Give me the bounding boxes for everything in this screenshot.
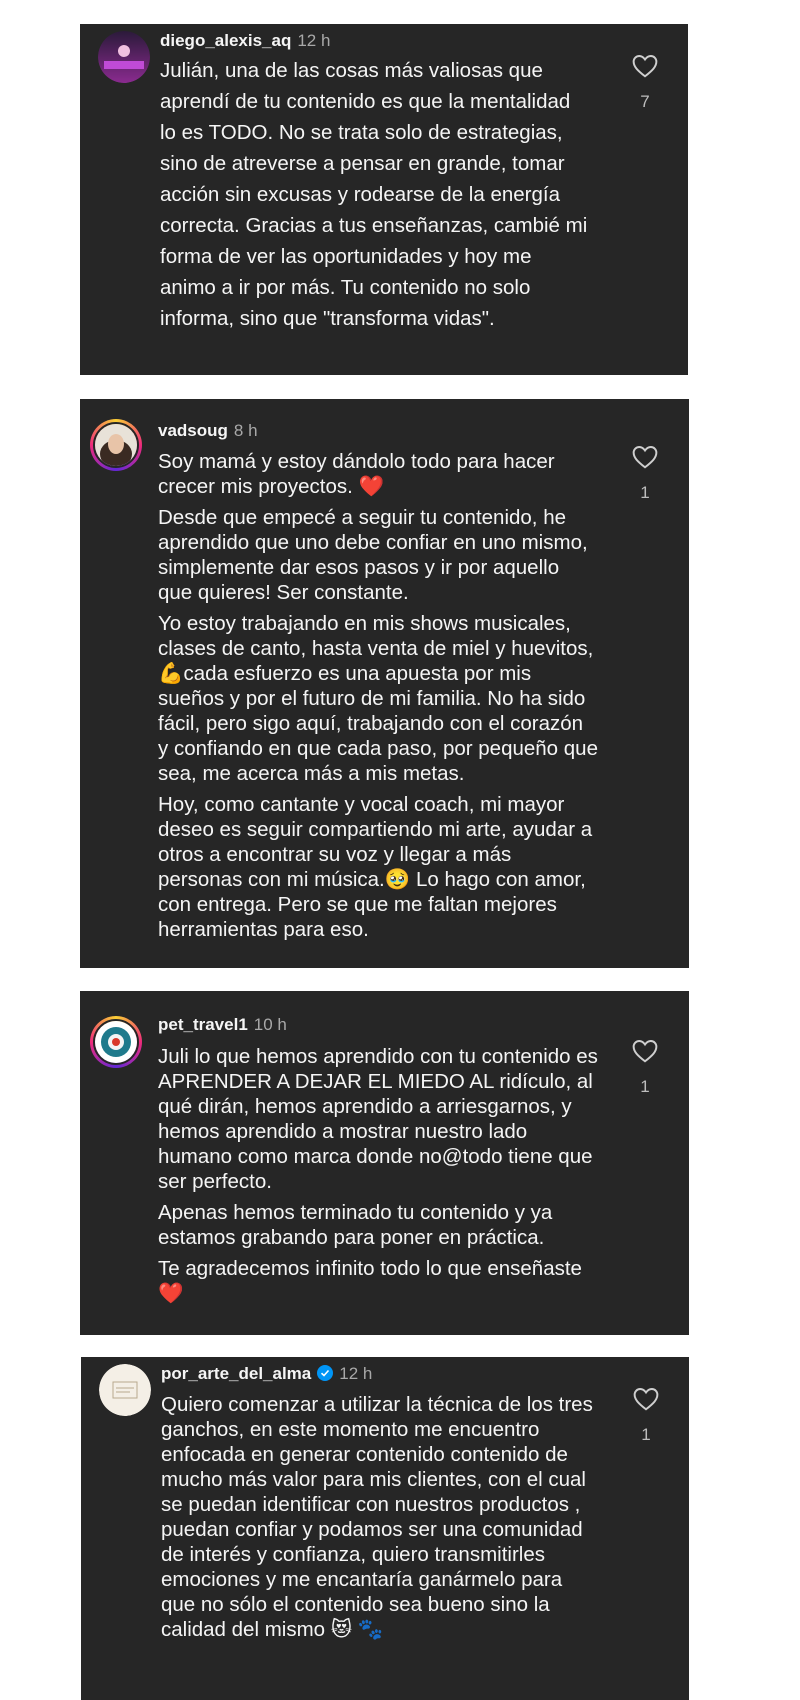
comment-time: 8 h bbox=[233, 421, 258, 440]
avatar-image bbox=[95, 424, 137, 466]
comment-paragraph: Soy mamá y estoy dándolo todo para hacer… bbox=[158, 450, 555, 498]
comment-text: Quiero comenzar a utilizar la técnica de… bbox=[161, 1392, 601, 1648]
comment-header: pet_travel1 10 h bbox=[158, 1015, 287, 1035]
comment-header: por_arte_del_alma 12 h bbox=[161, 1364, 372, 1384]
comment-paragraph: Hoy, como cantante y vocal coach, mi may… bbox=[158, 793, 593, 941]
avatar-image bbox=[99, 1364, 151, 1416]
comment-time: 12 h bbox=[339, 1364, 373, 1383]
heart-icon[interactable] bbox=[632, 445, 658, 469]
comment-paragraph: Desde que empecé a seguir tu contenido, … bbox=[158, 506, 588, 604]
comment-time: 10 h bbox=[253, 1015, 287, 1034]
comment-card: vadsoug 8 h Soy mamá y estoy dándolo todo… bbox=[80, 399, 689, 968]
heart-icon[interactable] bbox=[633, 1387, 659, 1411]
comment-paragraph: Apenas hemos terminado tu contenido y ya… bbox=[158, 1201, 553, 1249]
comment-text: Julián, una de las cosas más valiosas qu… bbox=[160, 55, 590, 340]
comment-header: diego_alexis_aq 12 h bbox=[160, 31, 330, 51]
username-link[interactable]: pet_travel1 bbox=[158, 1015, 248, 1034]
comment-header: vadsoug 8 h bbox=[158, 421, 258, 441]
comment-paragraph: Quiero comenzar a utilizar la técnica de… bbox=[161, 1393, 593, 1641]
like-count: 7 bbox=[640, 92, 650, 111]
avatar[interactable] bbox=[98, 31, 150, 83]
comment-card: pet_travel1 10 h Juli lo que hemos aprend… bbox=[80, 991, 689, 1335]
avatar[interactable] bbox=[99, 1364, 151, 1416]
comment-paragraph: Yo estoy trabajando en mis shows musical… bbox=[158, 612, 598, 785]
heart-icon[interactable] bbox=[632, 1039, 658, 1063]
avatar[interactable] bbox=[90, 419, 142, 471]
like-count: 1 bbox=[640, 1077, 650, 1096]
avatar[interactable] bbox=[90, 1016, 142, 1068]
comment-time: 12 h bbox=[297, 31, 331, 50]
avatar-image bbox=[98, 31, 150, 83]
comment-text: Juli lo que hemos aprendido con tu conte… bbox=[158, 1044, 598, 1312]
username-link[interactable]: vadsoug bbox=[158, 421, 228, 440]
like-count: 1 bbox=[641, 1425, 651, 1444]
username-link[interactable]: por_arte_del_alma bbox=[161, 1364, 311, 1383]
comment-paragraph: Te agradecemos infinito todo lo que ense… bbox=[158, 1257, 582, 1305]
comment-card: diego_alexis_aq 12 h Julián, una de las c… bbox=[80, 24, 688, 375]
verified-badge-icon bbox=[317, 1365, 334, 1381]
avatar-image bbox=[95, 1021, 137, 1063]
heart-icon[interactable] bbox=[632, 54, 658, 78]
username-link[interactable]: diego_alexis_aq bbox=[160, 31, 291, 50]
like-count: 1 bbox=[640, 483, 650, 502]
comment-paragraph: Julián, una de las cosas más valiosas qu… bbox=[160, 59, 588, 330]
comment-text: Soy mamá y estoy dándolo todo para hacer… bbox=[158, 449, 598, 948]
comment-card: por_arte_del_alma 12 h Quiero comenzar a … bbox=[81, 1357, 689, 1700]
comment-paragraph: Juli lo que hemos aprendido con tu conte… bbox=[158, 1045, 598, 1193]
